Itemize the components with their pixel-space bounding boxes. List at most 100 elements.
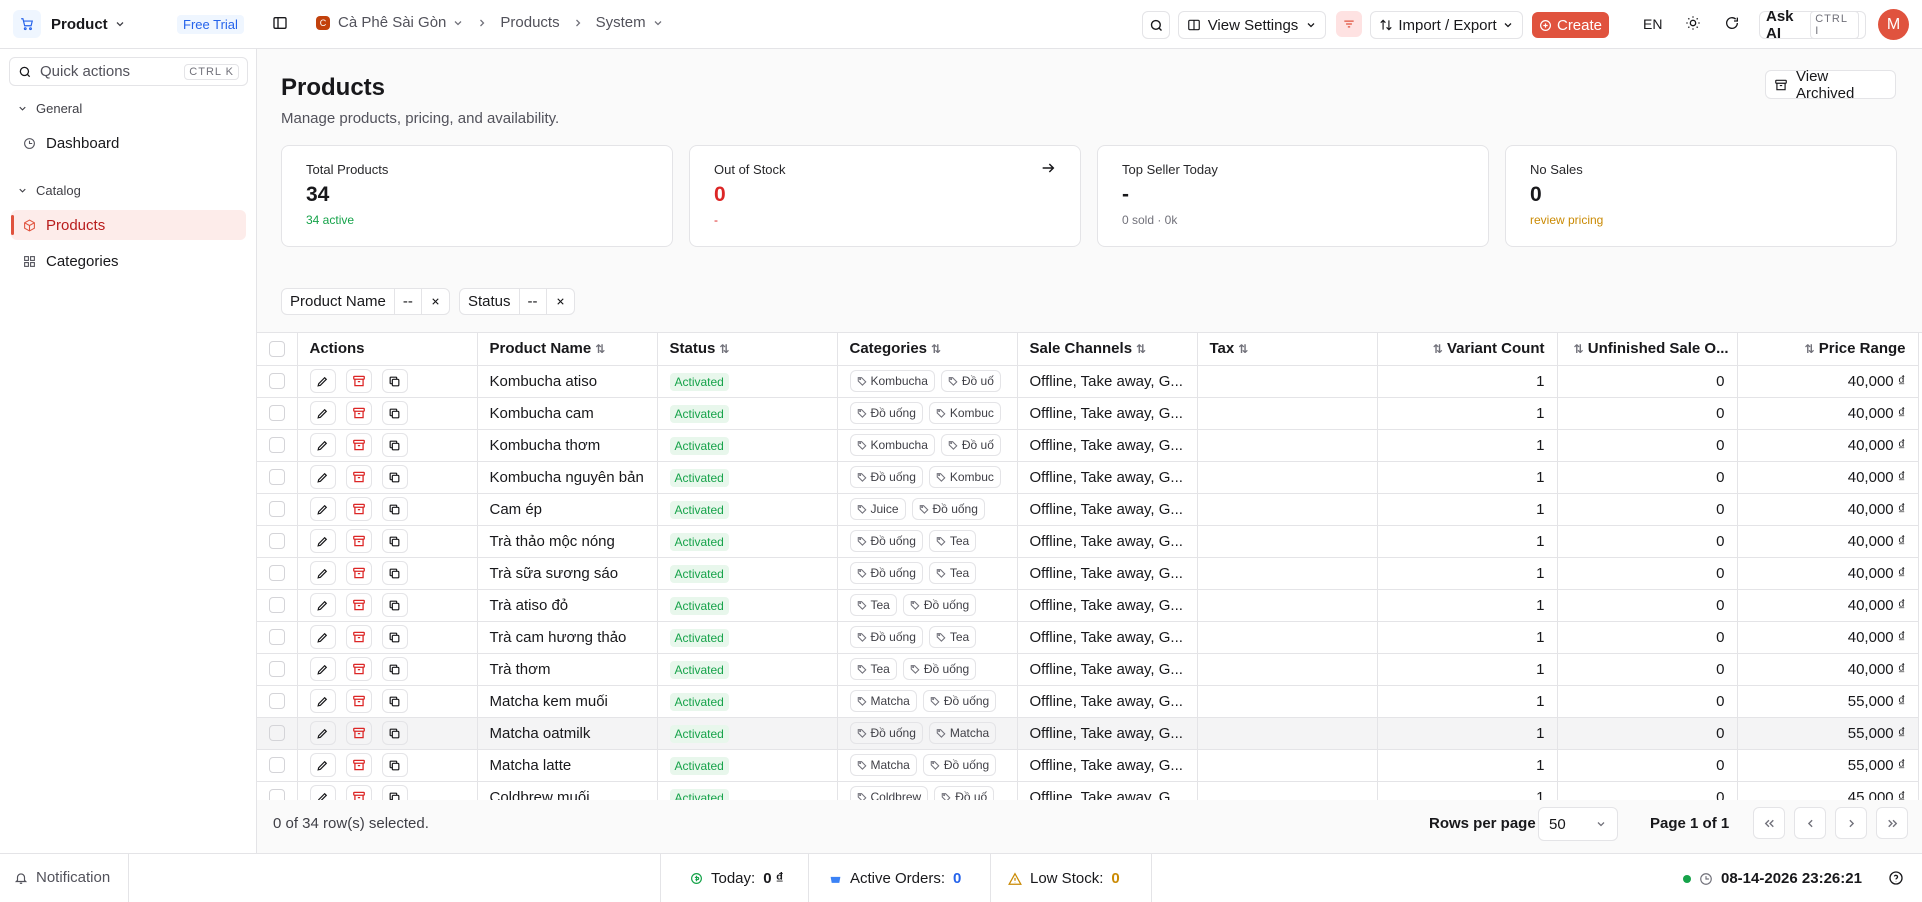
last-page-button[interactable] <box>1876 807 1908 839</box>
table-row[interactable]: Kombucha atiso Activated Kombucha Đồ uố Offl… <box>257 365 1919 398</box>
product-name-cell[interactable]: Trà thảo mộc nóng <box>477 525 658 558</box>
archive-icon[interactable] <box>345 689 372 713</box>
breadcrumb-section[interactable]: Products <box>500 14 559 31</box>
sidebar-item-dashboard[interactable]: Dashboard <box>11 128 246 158</box>
duplicate-icon[interactable] <box>381 593 408 617</box>
table-row[interactable]: Trà thảo mộc nóng Activated Đồ uống Tea Offl… <box>257 525 1919 558</box>
col-unfinished-sale-orders[interactable]: ⇅ Unfinished Sale O... <box>1557 333 1738 366</box>
product-name-cell[interactable]: Matcha latte <box>477 749 658 782</box>
edit-icon[interactable] <box>309 721 336 745</box>
row-checkbox[interactable] <box>257 493 298 526</box>
product-name-cell[interactable]: Cam ép <box>477 493 658 526</box>
table-row[interactable]: Kombucha cam Activated Đồ uống Kombuc Offlin… <box>257 397 1919 430</box>
row-checkbox[interactable] <box>257 621 298 654</box>
table-row[interactable]: Kombucha nguyên bản Activated Đồ uống Kombu… <box>257 461 1919 494</box>
next-page-button[interactable] <box>1835 807 1867 839</box>
duplicate-icon[interactable] <box>381 785 408 800</box>
duplicate-icon[interactable] <box>381 657 408 681</box>
duplicate-icon[interactable] <box>381 625 408 649</box>
product-name-cell[interactable]: Trà sữa sương sáo <box>477 557 658 590</box>
col-variant-count[interactable]: ⇅ Variant Count <box>1377 333 1558 366</box>
row-checkbox[interactable] <box>257 685 298 718</box>
product-name-cell[interactable]: Matcha oatmilk <box>477 717 658 750</box>
archive-icon[interactable] <box>345 529 372 553</box>
duplicate-icon[interactable] <box>381 497 408 521</box>
edit-icon[interactable] <box>309 785 336 800</box>
col-categories[interactable]: Categories ⇅ <box>837 333 1018 366</box>
edit-icon[interactable] <box>309 625 336 649</box>
select-all-checkbox[interactable] <box>257 333 298 366</box>
search-button[interactable] <box>1142 11 1170 39</box>
product-switcher[interactable]: Product <box>13 10 126 38</box>
stat-card-out-of-stock[interactable]: Out of Stock 0 - <box>689 145 1081 247</box>
edit-icon[interactable] <box>309 753 336 777</box>
col-product-name[interactable]: Product Name ⇅ <box>477 333 658 366</box>
edit-icon[interactable] <box>309 433 336 457</box>
edit-icon[interactable] <box>309 561 336 585</box>
product-name-cell[interactable]: Matcha kem muối <box>477 685 658 718</box>
close-icon[interactable] <box>420 289 449 314</box>
filter-chip-product-name[interactable]: Product Name -- <box>281 288 450 315</box>
nav-group-general[interactable]: General <box>17 101 82 116</box>
sidebar-item-categories[interactable]: Categories <box>11 246 246 276</box>
row-checkbox[interactable] <box>257 429 298 462</box>
archive-icon[interactable] <box>345 625 372 649</box>
prev-page-button[interactable] <box>1794 807 1826 839</box>
row-checkbox[interactable] <box>257 781 298 800</box>
table-row[interactable]: Trà cam hương thảo Activated Đồ uống Tea Off… <box>257 621 1919 654</box>
view-settings-button[interactable]: View Settings <box>1178 11 1326 39</box>
duplicate-icon[interactable] <box>381 529 408 553</box>
duplicate-icon[interactable] <box>381 753 408 777</box>
edit-icon[interactable] <box>309 529 336 553</box>
product-name-cell[interactable]: Kombucha atiso <box>477 365 658 398</box>
row-checkbox[interactable] <box>257 557 298 590</box>
archive-icon[interactable] <box>345 497 372 521</box>
archive-icon[interactable] <box>345 721 372 745</box>
breadcrumb-store[interactable]: Cà Phê Sài Gòn <box>338 14 446 31</box>
table-row[interactable]: Coldbrew muối Activated Coldbrew Đồ uố Offli… <box>257 781 1919 800</box>
sun-icon[interactable] <box>1685 15 1701 31</box>
nav-group-catalog[interactable]: Catalog <box>17 183 81 198</box>
product-name-cell[interactable]: Trà thơm <box>477 653 658 686</box>
help-icon[interactable] <box>1888 870 1904 886</box>
archive-icon[interactable] <box>345 561 372 585</box>
table-row[interactable]: Trà thơm Activated Tea Đồ uống Offline, Take… <box>257 653 1919 686</box>
duplicate-icon[interactable] <box>381 465 408 489</box>
edit-icon[interactable] <box>309 369 336 393</box>
row-checkbox[interactable] <box>257 653 298 686</box>
arrow-right-icon[interactable] <box>1040 160 1056 176</box>
product-name-cell[interactable]: Kombucha thơm <box>477 429 658 462</box>
row-checkbox[interactable] <box>257 717 298 750</box>
archive-icon[interactable] <box>345 401 372 425</box>
archive-icon[interactable] <box>345 369 372 393</box>
import-export-button[interactable]: Import / Export <box>1370 11 1523 39</box>
col-sale-channels[interactable]: Sale Channels ⇅ <box>1017 333 1198 366</box>
edit-icon[interactable] <box>309 401 336 425</box>
language-switch[interactable]: EN <box>1643 16 1662 32</box>
quick-actions-input[interactable]: Quick actions CTRL K <box>9 57 248 86</box>
product-name-cell[interactable]: Coldbrew muối <box>477 781 658 800</box>
table-row[interactable]: Trà sữa sương sáo Activated Đồ uống Tea Offl… <box>257 557 1919 590</box>
row-checkbox[interactable] <box>257 525 298 558</box>
filter-value[interactable]: -- <box>393 289 421 314</box>
duplicate-icon[interactable] <box>381 401 408 425</box>
notification-button[interactable]: Notification <box>14 869 110 886</box>
row-checkbox[interactable] <box>257 461 298 494</box>
duplicate-icon[interactable] <box>381 561 408 585</box>
edit-icon[interactable] <box>309 497 336 521</box>
product-name-cell[interactable]: Trà atiso đỏ <box>477 589 658 622</box>
col-status[interactable]: Status ⇅ <box>657 333 838 366</box>
product-name-cell[interactable]: Kombucha nguyên bản <box>477 461 658 494</box>
archive-icon[interactable] <box>345 657 372 681</box>
duplicate-icon[interactable] <box>381 721 408 745</box>
view-archived-button[interactable]: View Archived <box>1765 68 1896 102</box>
duplicate-icon[interactable] <box>381 369 408 393</box>
create-button[interactable]: Create <box>1532 12 1609 38</box>
duplicate-icon[interactable] <box>381 689 408 713</box>
ask-ai-button[interactable]: Ask AI CTRL I <box>1759 8 1866 42</box>
table-row[interactable]: Cam ép Activated Juice Đồ uống Offline, Take… <box>257 493 1919 526</box>
table-row[interactable]: Kombucha thơm Activated Kombucha Đồ uố Offli… <box>257 429 1919 462</box>
table-row[interactable]: Matcha latte Activated Matcha Đồ uống Offlin… <box>257 749 1919 782</box>
archive-icon[interactable] <box>345 753 372 777</box>
table-row[interactable]: Matcha kem muối Activated Matcha Đồ uống Off… <box>257 685 1919 718</box>
